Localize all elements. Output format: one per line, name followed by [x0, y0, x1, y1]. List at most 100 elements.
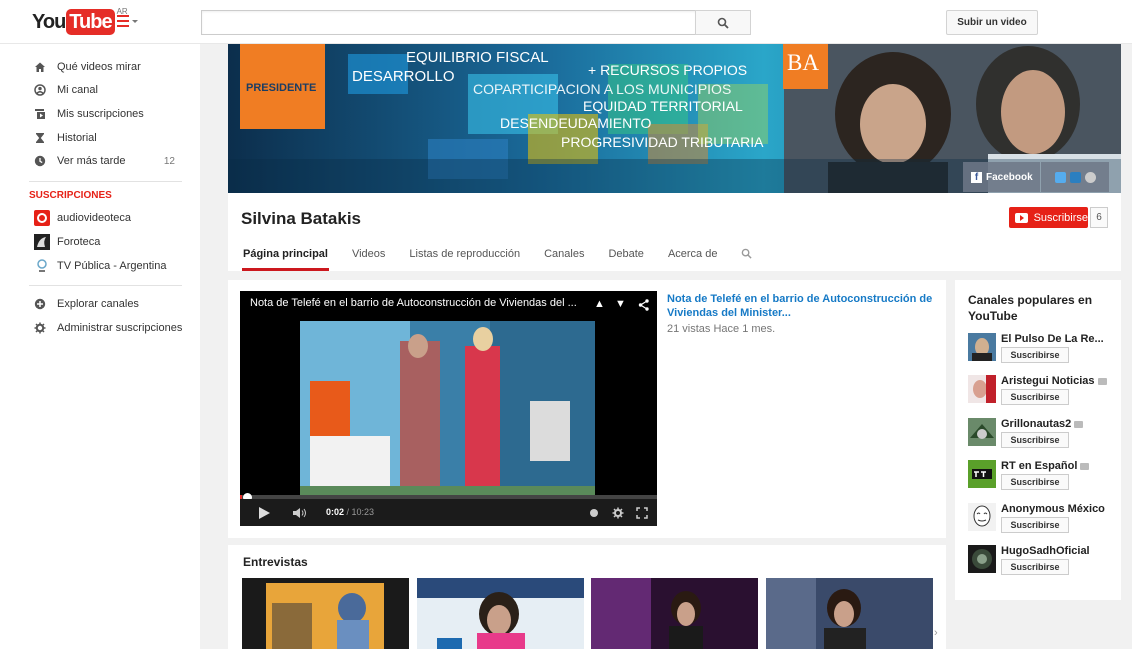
- tab-playlists[interactable]: Listas de reproducción: [409, 248, 520, 271]
- facebook-link[interactable]: f Facebook: [963, 162, 1040, 192]
- presidente-label: PRESIDENTE: [246, 82, 317, 94]
- tab-discussion[interactable]: Debate: [608, 248, 643, 271]
- time-current: 0:02: [326, 507, 345, 517]
- channel-name[interactable]: Anonymous México: [1001, 503, 1116, 515]
- featured-video-meta: 21 vistas Hace 1 mes.: [667, 323, 776, 335]
- popular-channel-item: RT en Español Suscribirse: [968, 460, 1116, 496]
- sidebar-item-label: Administrar suscripciones: [57, 322, 183, 334]
- search-icon: [717, 17, 729, 29]
- video-thumbnail[interactable]: [766, 578, 933, 649]
- subscribe-label: Suscribirse: [1033, 211, 1088, 224]
- time-total: / 10:23: [344, 507, 375, 517]
- channel-name[interactable]: El Pulso De La Re...: [1001, 333, 1116, 345]
- sidebar-item-label: Ver más tarde: [57, 155, 126, 167]
- channel-avatar[interactable]: [968, 503, 996, 531]
- social-links: [1041, 162, 1109, 192]
- shelf-next-arrow[interactable]: ›: [934, 627, 938, 639]
- audiovideoteca-avatar: [34, 210, 50, 226]
- banner-line: EQUILIBRIO FISCAL: [406, 49, 549, 66]
- channel-name[interactable]: Silvina Batakis: [241, 209, 361, 229]
- popular-channel-item: Aristegui Noticias Suscribirse: [968, 375, 1116, 411]
- play-icon[interactable]: [259, 507, 270, 519]
- verified-icon: [1080, 462, 1090, 470]
- youtube-logo[interactable]: You Tube AR: [32, 7, 128, 35]
- featured-video-title[interactable]: Nota de Telefé en el barrio de Autoconst…: [667, 292, 937, 320]
- tv-publica-avatar: [34, 258, 50, 274]
- verified-icon: [1097, 377, 1107, 385]
- ba-box: BA: [783, 44, 828, 89]
- banner-line: DESENDEUDAMIENTO: [500, 115, 652, 131]
- tab-videos[interactable]: Videos: [352, 248, 385, 271]
- player-title[interactable]: Nota de Telefé en el barrio de Autoconst…: [250, 297, 580, 309]
- channel-search-button[interactable]: [741, 248, 753, 271]
- channel-name[interactable]: Grillonautas2: [1001, 418, 1116, 430]
- sidebar-item-what-to-watch[interactable]: Qué videos mirar: [34, 58, 184, 76]
- channel-name[interactable]: HugoSadhOficial: [1001, 545, 1116, 557]
- channel-header: Silvina Batakis Suscribirse 6 Página pri…: [228, 193, 1121, 271]
- time-display: 0:02 / 10:23: [326, 507, 374, 517]
- annotations-icon[interactable]: [590, 509, 598, 517]
- popular-channel-item: HugoSadhOficial Suscribirse: [968, 545, 1116, 581]
- sidebar-item-label: TV Pública - Argentina: [57, 260, 167, 272]
- sidebar-item-label: Mi canal: [57, 84, 98, 96]
- upload-video-button[interactable]: Subir un video: [946, 10, 1038, 35]
- settings-icon[interactable]: [612, 507, 624, 519]
- video-thumbnail[interactable]: [417, 578, 584, 649]
- video-player[interactable]: Nota de Telefé en el barrio de Autoconst…: [240, 291, 657, 526]
- subscriptions-heading[interactable]: SUSCRIPCIONES: [29, 190, 112, 201]
- guide-menu-button[interactable]: [117, 15, 138, 29]
- channel-avatar[interactable]: [968, 375, 996, 403]
- banner-line: PROGRESIVIDAD TRIBUTARIA: [561, 134, 764, 150]
- channel-avatar[interactable]: [968, 418, 996, 446]
- subscription-foroteca[interactable]: Foroteca: [34, 233, 184, 251]
- logo-you: You: [32, 11, 66, 33]
- subscribe-button[interactable]: Suscribirse: [1001, 432, 1069, 448]
- share-icon[interactable]: [638, 299, 650, 311]
- wordpress-icon[interactable]: [1069, 171, 1081, 183]
- banner-line: EQUIDAD TERRITORIAL: [583, 98, 743, 114]
- search-button[interactable]: [695, 10, 751, 35]
- video-thumbnail[interactable]: [242, 578, 409, 649]
- search-icon: [742, 248, 753, 259]
- twitter-icon[interactable]: [1054, 171, 1066, 183]
- gear-icon: [34, 322, 46, 334]
- subscribe-button[interactable]: Suscribirse: [1009, 207, 1088, 228]
- like-icon[interactable]: ▲: [594, 298, 605, 310]
- channel-avatar[interactable]: [968, 460, 996, 488]
- guide-sidebar: Qué videos mirar Mi canal Mis suscripcio…: [0, 44, 200, 649]
- fullscreen-icon[interactable]: [636, 507, 648, 519]
- tab-channels[interactable]: Canales: [544, 248, 584, 271]
- sidebar-item-manage-subscriptions[interactable]: Administrar suscripciones: [34, 319, 184, 337]
- popular-channel-item: Grillonautas2 Suscribirse: [968, 418, 1116, 454]
- subscribe-button[interactable]: Suscribirse: [1001, 347, 1069, 363]
- subscribe-button[interactable]: Suscribirse: [1001, 517, 1069, 533]
- sidebar-item-browse-channels[interactable]: Explorar canales: [34, 295, 184, 313]
- sidebar-item-subscriptions[interactable]: Mis suscripciones: [34, 105, 184, 123]
- dislike-icon[interactable]: ▼: [615, 298, 626, 310]
- volume-icon[interactable]: [292, 507, 308, 519]
- presidente-box: PRESIDENTE: [240, 44, 325, 129]
- subscription-tv-publica[interactable]: TV Pública - Argentina: [34, 257, 184, 275]
- sidebar-item-label: Historial: [57, 132, 97, 144]
- subscription-audiovideoteca[interactable]: audiovideoteca: [34, 209, 184, 227]
- sidebar-item-my-channel[interactable]: Mi canal: [34, 81, 184, 99]
- foroteca-avatar: [34, 234, 50, 250]
- shelf-title[interactable]: Entrevistas: [243, 555, 308, 569]
- channel-name[interactable]: RT en Español: [1001, 460, 1116, 472]
- sidebar-item-label: audiovideoteca: [57, 212, 132, 224]
- subscriptions-icon: [34, 108, 46, 120]
- channel-avatar[interactable]: [968, 545, 996, 573]
- tab-about[interactable]: Acerca de: [668, 248, 718, 271]
- tab-home[interactable]: Página principal: [242, 248, 329, 271]
- website-icon[interactable]: [1084, 171, 1096, 183]
- search-input[interactable]: [201, 10, 696, 35]
- sidebar-item-watch-later[interactable]: Ver más tarde 12: [34, 152, 184, 170]
- subscribe-button[interactable]: Suscribirse: [1001, 559, 1069, 575]
- channel-avatar[interactable]: [968, 333, 996, 361]
- sidebar-item-history[interactable]: Historial: [34, 129, 184, 147]
- facebook-label: Facebook: [986, 171, 1033, 183]
- channel-name[interactable]: Aristegui Noticias: [1001, 375, 1116, 387]
- subscribe-button[interactable]: Suscribirse: [1001, 474, 1069, 490]
- subscribe-button[interactable]: Suscribirse: [1001, 389, 1069, 405]
- video-thumbnail[interactable]: [591, 578, 758, 649]
